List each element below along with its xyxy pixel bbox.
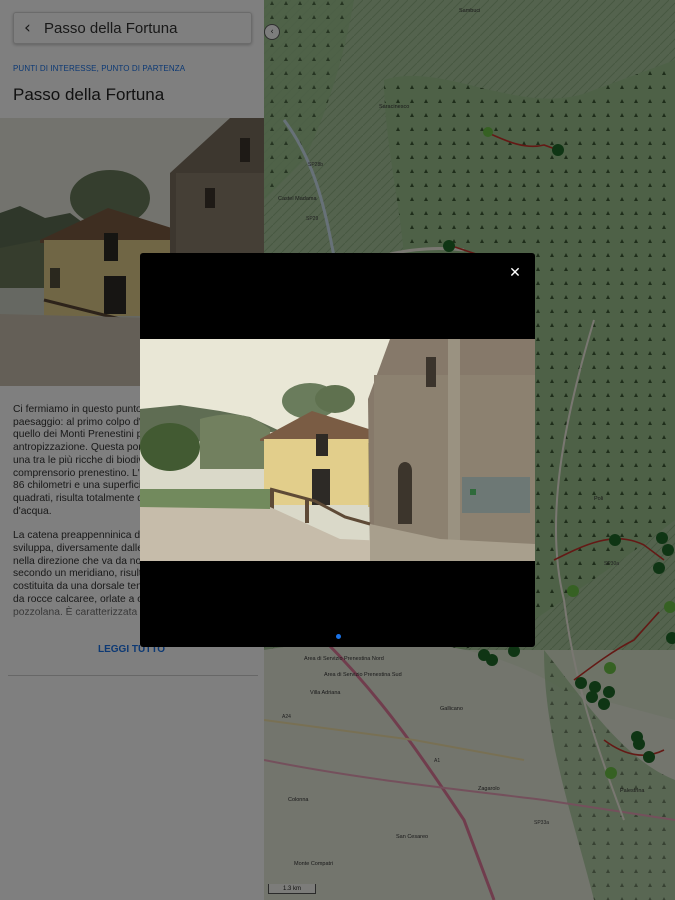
- photo-viewer-modal: ✕: [140, 253, 535, 647]
- gallery-pagination-dot[interactable]: [336, 634, 341, 639]
- close-icon[interactable]: ✕: [507, 265, 523, 281]
- gallery-photo: [140, 339, 535, 561]
